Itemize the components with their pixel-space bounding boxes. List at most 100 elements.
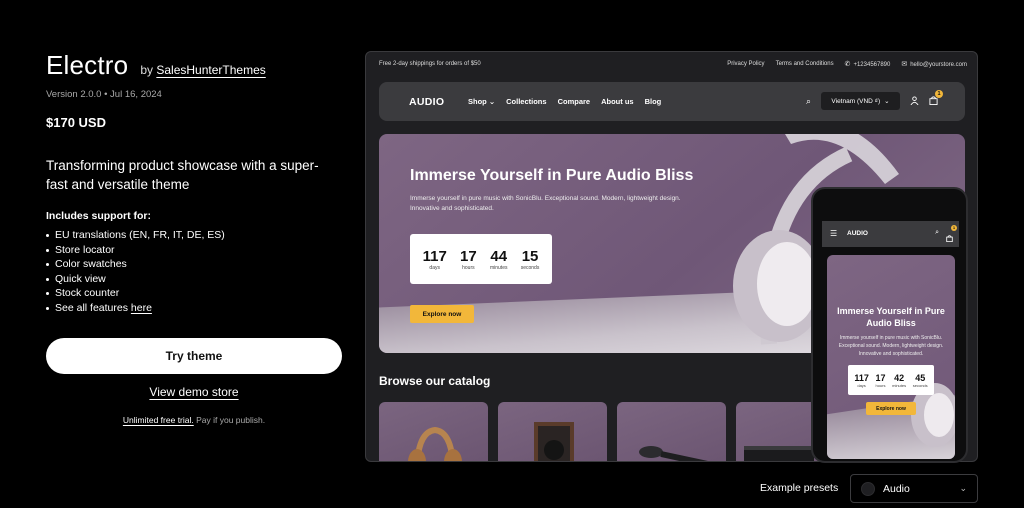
countdown-minutes: 44 minutes (490, 248, 508, 271)
countdown-label: hours (462, 264, 475, 271)
headphones-thumbnail (408, 426, 462, 461)
by-prefix: by (140, 63, 154, 77)
mobile-hero-text: Immerse yourself in pure music with Soni… (838, 335, 944, 357)
countdown-label: seconds (520, 264, 540, 271)
countdown-hours: 17 hours (460, 248, 477, 271)
preset-dropdown[interactable]: Audio ⌄ (850, 474, 978, 503)
countdown-value: 117 (422, 247, 447, 265)
view-demo-store-link[interactable]: View demo store (46, 385, 342, 399)
preset-color-swatch (861, 481, 875, 496)
catalog-card-microphone[interactable] (617, 402, 726, 461)
catalog-cards (379, 402, 845, 461)
promo-text: Free 2-day shippings for orders of $50 (379, 61, 481, 67)
preset-selected-value: Audio (883, 482, 910, 495)
main-nav: Shop ⌄ Collections Compare About us Blog (468, 97, 661, 106)
free-trial-link[interactable]: Unlimited free trial. (123, 415, 194, 425)
cart-count-badge: 1 (951, 225, 957, 231)
features-list: EU translations (EN, FR, IT, DE, ES) Sto… (46, 228, 346, 316)
countdown-value: 45 (915, 372, 926, 383)
feature-item: Store locator (46, 243, 346, 258)
demo-link-label: View demo store (149, 384, 239, 399)
microphone-thumbnail (639, 446, 708, 461)
theme-info-panel: Electro by SalesHunterThemes Version 2.0… (46, 50, 346, 425)
region-selector[interactable]: Vietnam (VND ₫) ⌄ (821, 92, 900, 110)
countdown-seconds: 15 seconds (521, 248, 540, 271)
feature-item: Stock counter (46, 286, 346, 301)
phone-contact[interactable]: ✆ +1234567890 (845, 60, 891, 68)
countdown-value: 44 (490, 247, 508, 265)
author-line: by SalesHunterThemes (140, 63, 265, 77)
feature-item: Color swatches (46, 257, 346, 272)
nav-item-blog[interactable]: Blog (645, 97, 662, 106)
cart-icon[interactable]: 1 (946, 225, 957, 247)
countdown-days: 117 days (423, 248, 447, 271)
mobile-preview: ☰ AUDIO ⌕ 1 Immerse Yourself in Pure Aud… (811, 187, 968, 463)
nav-item-about[interactable]: About us (601, 97, 634, 106)
price: $170 USD (46, 115, 106, 130)
countdown-label: seconds (912, 382, 928, 388)
catalog-card-headphones[interactable] (379, 402, 488, 461)
mobile-header: ☰ AUDIO ⌕ 1 (822, 221, 959, 247)
email-contact[interactable]: ✉ hello@yourstore.com (901, 60, 967, 68)
mobile-hero: Immerse Yourself in Pure Audio Bliss Imm… (827, 255, 955, 459)
bag-icon-svg (946, 235, 953, 243)
countdown-value: 15 (521, 247, 539, 265)
region-value: Vietnam (VND ₫) (831, 97, 881, 105)
trial-suffix: Pay if you publish. (196, 414, 266, 425)
support-title: Includes support for: (46, 210, 151, 222)
search-icon[interactable]: ⌕ (935, 229, 939, 237)
mail-icon: ✉ (901, 61, 908, 68)
countdown-seconds: 45 seconds (913, 373, 928, 388)
countdown-hours: 17 hours (875, 373, 885, 388)
mobile-explore-now-button[interactable]: Explore now (866, 402, 916, 415)
mobile-hero-title: Immerse Yourself in Pure Audio Bliss (837, 306, 945, 328)
email-address: hello@yourstore.com (910, 62, 967, 68)
search-icon[interactable]: ⌕ (806, 96, 811, 107)
nav-item-shop[interactable]: Shop ⌄ (468, 97, 495, 106)
account-icon[interactable] (910, 95, 919, 107)
user-icon-svg (910, 95, 919, 105)
title-row: Electro by SalesHunterThemes (46, 50, 346, 81)
try-theme-button[interactable]: Try theme (46, 337, 342, 374)
mobile-countdown: 117 days 17 hours 42 minutes 45 seconds (848, 365, 934, 395)
feature-item: EU translations (EN, FR, IT, DE, ES) (46, 228, 346, 243)
explore-now-button[interactable]: Explore now (410, 305, 474, 323)
cart-count-badge: 1 (935, 89, 943, 98)
chevron-down-icon: ⌄ (488, 97, 496, 106)
catalog-card-speaker[interactable] (498, 402, 607, 461)
countdown-label: minutes (489, 264, 508, 271)
hero-text: Immerse yourself in pure music with Soni… (410, 195, 681, 212)
feature-item-see-all: See all features here (46, 301, 346, 316)
see-all-link[interactable]: here (131, 302, 152, 314)
feature-item: Quick view (46, 272, 346, 287)
topbar-links: Privacy Policy Terms and Conditions ✆ +12… (727, 60, 967, 68)
announcement-bar: Free 2-day shippings for orders of $50 P… (366, 52, 977, 76)
cart-icon[interactable]: 1 (929, 89, 943, 107)
privacy-link[interactable]: Privacy Policy (727, 61, 764, 67)
tagline: Transforming product showcase with a sup… (46, 158, 319, 192)
menu-icon[interactable]: ☰ (830, 229, 837, 238)
speaker-thumbnail (534, 422, 574, 461)
countdown-timer: 117 days 17 hours 44 minutes 15 seconds (410, 234, 552, 284)
countdown-label: days (429, 264, 440, 271)
hero-title: Immerse Yourself in Pure Audio Bliss (410, 167, 694, 184)
phone-icon: ✆ (844, 61, 851, 68)
mobile-logo[interactable]: AUDIO (847, 230, 868, 237)
author-link[interactable]: SalesHunterThemes (156, 63, 265, 77)
countdown-value: 17 (460, 247, 477, 265)
nav-item-collections[interactable]: Collections (506, 97, 546, 106)
trial-note: Unlimited free trial. Pay if you publish… (46, 415, 342, 425)
countdown-label: hours (875, 382, 886, 388)
chevron-down-icon: ⌄ (884, 98, 890, 105)
theme-title: Electro (46, 50, 129, 80)
see-all-text: See all features (55, 301, 128, 314)
nav-item-compare[interactable]: Compare (558, 97, 591, 106)
countdown-label: days (857, 382, 866, 388)
countdown-value: 117 (854, 372, 869, 383)
terms-link[interactable]: Terms and Conditions (776, 61, 834, 67)
countdown-value: 42 (894, 372, 905, 383)
store-logo[interactable]: AUDIO (409, 96, 444, 108)
nav-shop-label: Shop (468, 97, 487, 106)
countdown-label: minutes (892, 382, 907, 388)
example-presets-label: Example presets (760, 482, 839, 494)
